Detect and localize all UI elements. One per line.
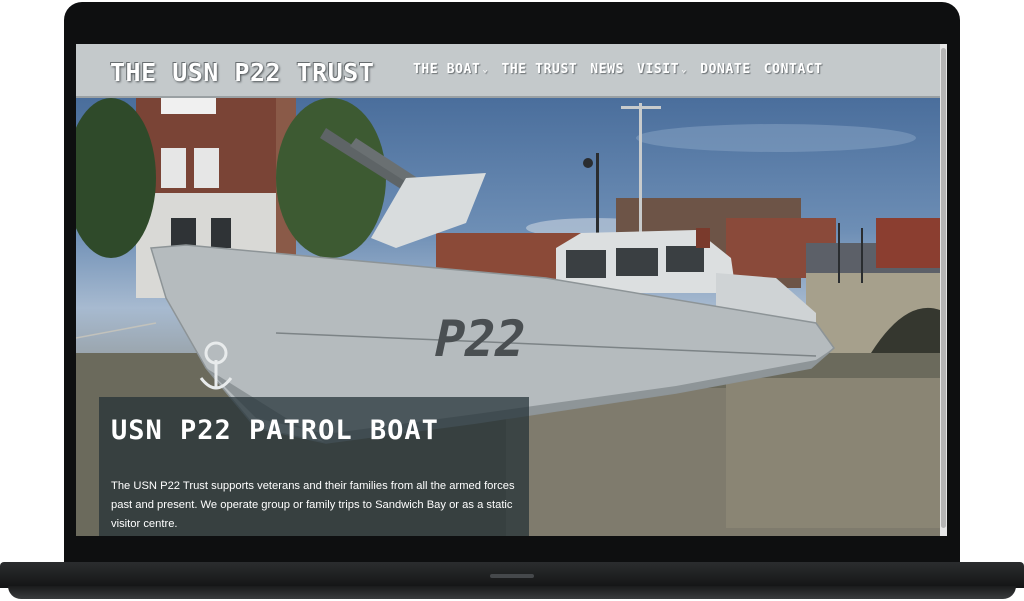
nav-item-the-trust[interactable]: THE TRUST: [501, 62, 577, 77]
nav-item-news[interactable]: NEWS: [590, 62, 624, 77]
nav-label: NEWS: [590, 62, 625, 77]
hero-description: The USN P22 Trust supports veterans and …: [111, 480, 515, 530]
nav-label: THE BOAT: [413, 62, 481, 77]
page-scrollbar[interactable]: [940, 44, 947, 536]
nav-label: DONATE: [700, 62, 751, 77]
site-logo[interactable]: THE USN P22 TRUST: [110, 58, 374, 87]
main-nav: THE BOAT ⌄ THE TRUST NEWS VISIT ⌄ DONATE C…: [413, 62, 823, 77]
nav-label: CONTACT: [763, 62, 823, 77]
chevron-down-icon: ⌄: [482, 64, 489, 75]
hero-caption-panel: USN P22 PATROL BOAT The USN P22 Trust su…: [99, 397, 529, 536]
chevron-down-icon: ⌄: [681, 64, 688, 75]
hull-marking: P22: [429, 310, 532, 368]
nav-label: VISIT: [637, 62, 680, 77]
hero-title: USN P22 PATROL BOAT: [111, 415, 439, 446]
site-header: THE USN P22 TRUST THE BOAT ⌄ THE TRUST NE…: [76, 44, 940, 98]
laptop-base-edge: [8, 586, 1016, 599]
scrollbar-thumb[interactable]: [941, 48, 946, 528]
nav-item-visit[interactable]: VISIT ⌄: [637, 62, 687, 77]
nav-label: THE TRUST: [501, 62, 578, 77]
nav-item-donate[interactable]: DONATE: [700, 62, 751, 77]
hero-image: P22 USN P22 PATROL BOAT The USN P22 Trus…: [76, 98, 940, 536]
nav-item-contact[interactable]: CONTACT: [764, 62, 823, 77]
nav-item-the-boat[interactable]: THE BOAT ⌄: [413, 62, 488, 77]
browser-screen: THE USN P22 TRUST THE BOAT ⌄ THE TRUST NE…: [76, 44, 947, 536]
laptop-notch: [490, 574, 534, 578]
